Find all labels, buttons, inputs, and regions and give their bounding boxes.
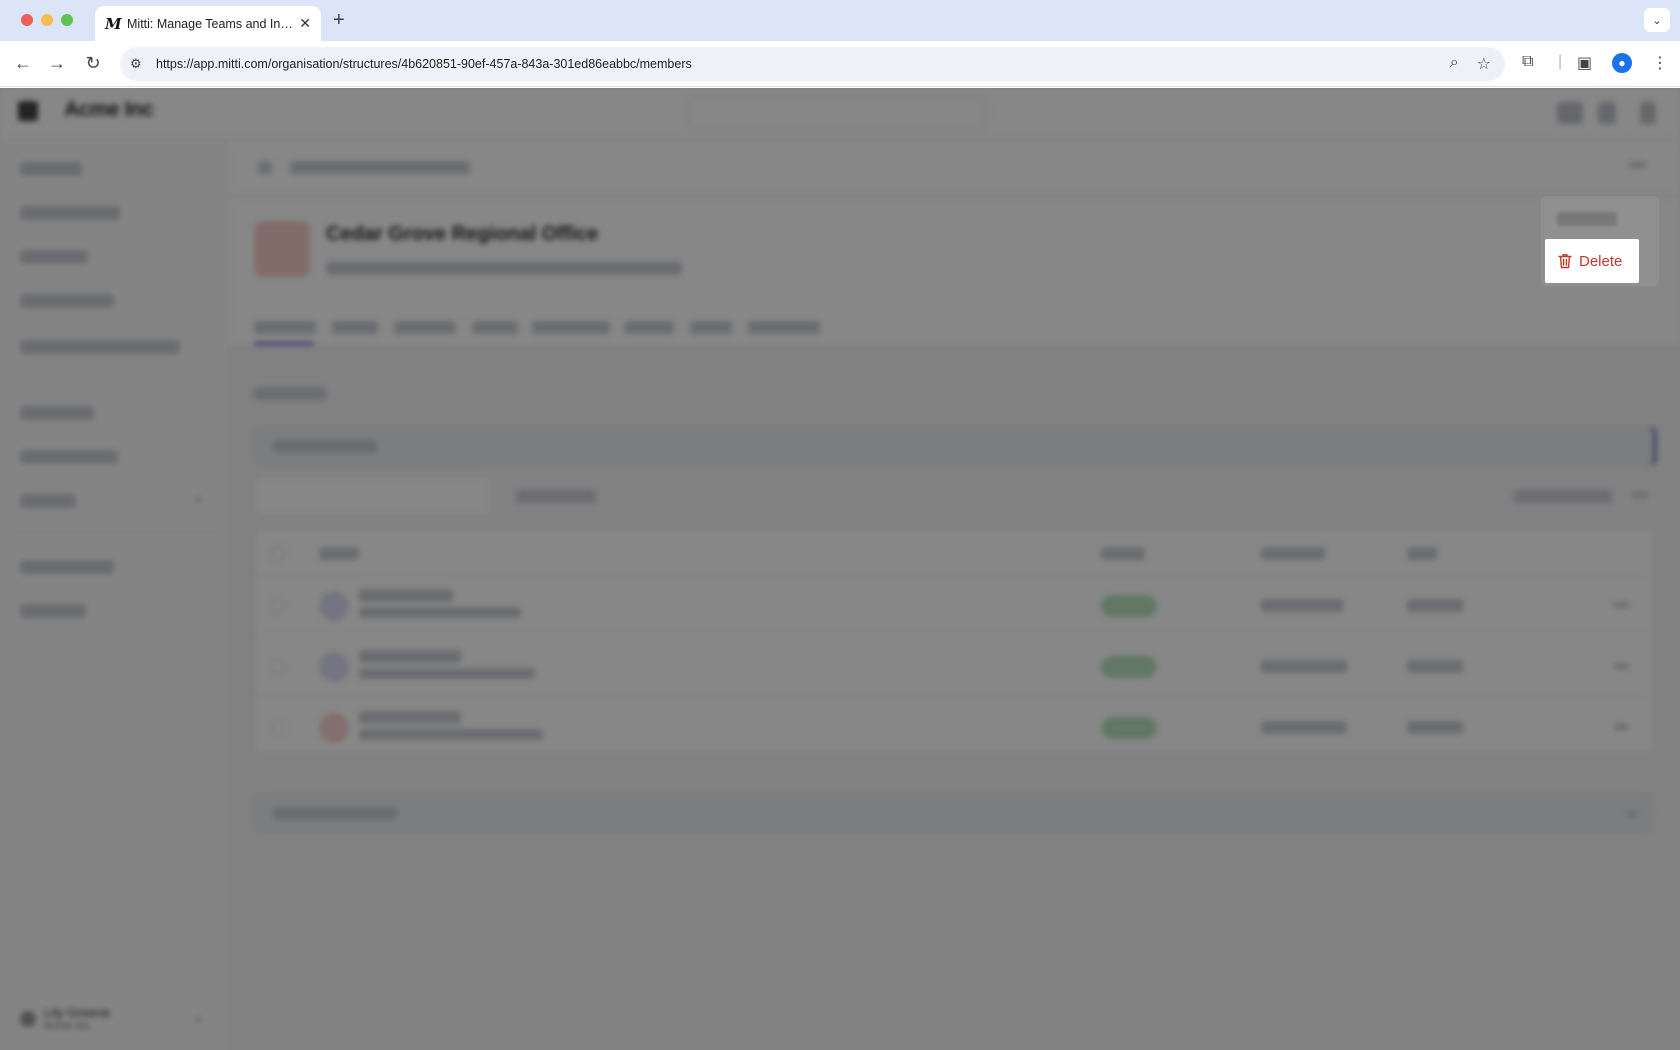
bookmark-star-icon[interactable]: ☆: [1477, 54, 1491, 74]
tab-strip: M Mitti: Manage Teams and Inspect... ✕ +…: [0, 0, 1680, 41]
trash-icon: [1558, 254, 1572, 269]
toolbar-divider: |: [1558, 53, 1563, 70]
address-bar[interactable]: ⚙ https://app.mitti.com/organisation/str…: [120, 47, 1505, 81]
maximize-window-button[interactable]: [61, 14, 73, 26]
minimize-window-button[interactable]: [41, 14, 53, 26]
modal-overlay[interactable]: [0, 88, 1680, 1050]
tab-search-chevron-icon[interactable]: ⌄: [1644, 8, 1670, 32]
delete-menu-item[interactable]: Delete: [1545, 239, 1639, 283]
side-panel-icon[interactable]: ▣: [1577, 53, 1592, 73]
tab-title: Mitti: Manage Teams and Inspect...: [127, 16, 294, 31]
new-tab-button[interactable]: +: [333, 9, 345, 32]
more-menu-icon[interactable]: ⋮: [1652, 53, 1668, 73]
site-settings-icon[interactable]: ⚙: [130, 56, 146, 72]
browser-window: M Mitti: Manage Teams and Inspect... ✕ +…: [0, 0, 1680, 1050]
delete-label: Delete: [1579, 252, 1623, 270]
tab-close-icon[interactable]: ✕: [299, 15, 311, 32]
zoom-icon[interactable]: ⌕: [1450, 54, 1459, 74]
url-text[interactable]: https://app.mitti.com/organisation/struc…: [156, 57, 692, 71]
extensions-icon[interactable]: ⧉: [1522, 53, 1533, 71]
back-icon[interactable]: ←: [12, 53, 34, 74]
browser-toolbar: ← → ↻ ⚙ https://app.mitti.com/organisati…: [0, 41, 1680, 87]
mitti-favicon-icon: M: [105, 14, 122, 33]
profile-icon[interactable]: ●: [1612, 53, 1632, 73]
forward-icon[interactable]: →: [46, 53, 68, 74]
reload-icon[interactable]: ↻: [82, 53, 104, 74]
app-viewport: Acme Inc › Lily Greene Acme Inc. › Cedar…: [0, 88, 1680, 1050]
context-menu-item-blurred: [1557, 212, 1617, 226]
browser-tab-active[interactable]: M Mitti: Manage Teams and Inspect... ✕: [95, 6, 321, 41]
close-window-button[interactable]: [21, 14, 33, 26]
